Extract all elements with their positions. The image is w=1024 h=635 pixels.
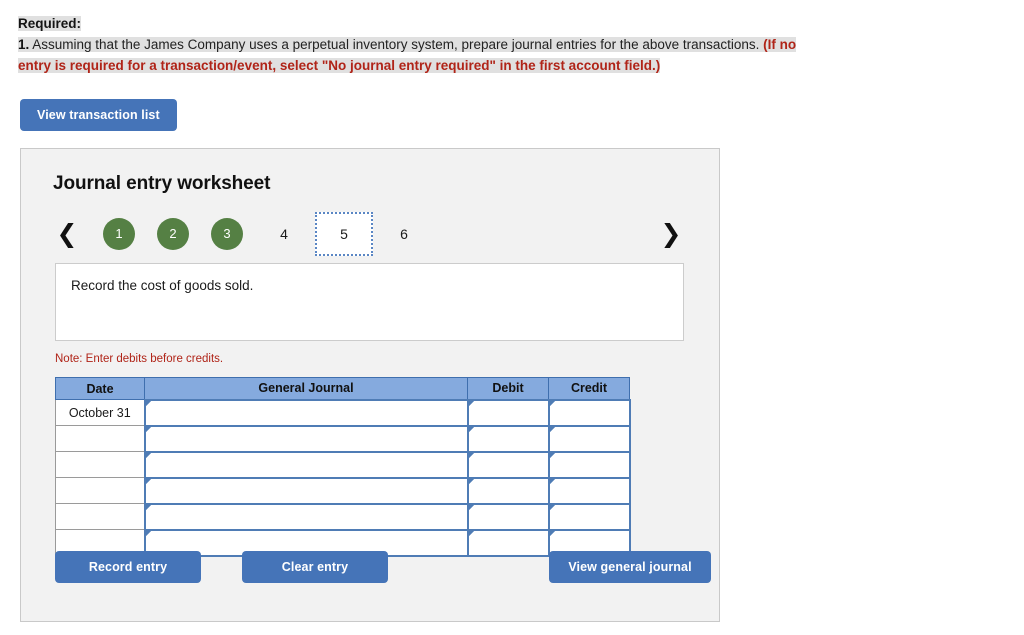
date-cell-row-1[interactable]: October 31: [55, 399, 145, 427]
date-cell-row-3[interactable]: [55, 451, 145, 479]
debit-input-row-4[interactable]: [466, 476, 550, 505]
debit-input-row-2[interactable]: [466, 424, 550, 453]
date-cell-row-4[interactable]: [55, 477, 145, 505]
view-transaction-list-button[interactable]: View transaction list: [20, 98, 177, 131]
dropdown-marker-icon: [145, 478, 151, 484]
step-3[interactable]: 3: [207, 214, 253, 254]
required-question-line-1: 1. Assuming that the James Company uses …: [18, 35, 1006, 56]
dropdown-marker-icon: [468, 452, 474, 458]
dropdown-marker-icon: [145, 452, 151, 458]
table-row: [55, 502, 631, 531]
required-question-text: Assuming that the James Company uses a p…: [29, 36, 764, 52]
chevron-right-icon[interactable]: ❯: [659, 221, 683, 246]
dropdown-marker-icon: [549, 452, 555, 458]
general-journal-input-row-5[interactable]: [143, 502, 469, 531]
step-3-label: 3: [211, 217, 243, 250]
step-navigation: ❮ 1 2 3 4 5 6 ❯: [55, 195, 697, 257]
record-entry-button[interactable]: Record entry: [55, 550, 201, 583]
credit-input-row-3[interactable]: [547, 450, 631, 479]
step-6[interactable]: 6: [381, 214, 427, 254]
step-5[interactable]: 5: [315, 211, 373, 256]
dropdown-marker-icon: [549, 478, 555, 484]
general-journal-input-row-3[interactable]: [143, 450, 469, 479]
date-cell-row-2[interactable]: [55, 425, 145, 453]
step-1-label: 1: [103, 217, 135, 250]
column-header-credit: Credit: [548, 376, 630, 401]
transaction-prompt-box: Record the cost of goods sold.: [55, 262, 684, 341]
view-general-journal-button[interactable]: View general journal: [549, 550, 711, 583]
dropdown-marker-icon: [145, 530, 151, 536]
general-journal-input-row-4[interactable]: [143, 476, 469, 505]
worksheet-footer-buttons: Record entry Clear entry View general jo…: [55, 550, 711, 583]
dropdown-marker-icon: [549, 530, 555, 536]
dropdown-marker-icon: [468, 504, 474, 510]
step-1[interactable]: 1: [99, 214, 145, 254]
chevron-left-icon[interactable]: ❮: [55, 221, 79, 246]
required-emphasis-part-1: (If no: [763, 36, 797, 52]
dropdown-marker-icon: [145, 504, 151, 510]
view-transaction-list-wrap: View transaction list: [0, 77, 1024, 131]
required-heading: Required:: [18, 16, 82, 31]
general-journal-input-row-2[interactable]: [143, 424, 469, 453]
table-row: [55, 424, 631, 453]
journal-entry-worksheet-panel: Journal entry worksheet ❮ 1 2 3 4 5 6 ❯ …: [20, 147, 720, 622]
required-emphasis-part-2: entry is required for a transaction/even…: [18, 57, 661, 73]
debit-input-row-5[interactable]: [466, 502, 550, 531]
date-cell-row-5[interactable]: [55, 503, 145, 531]
dropdown-marker-icon: [468, 530, 474, 536]
credit-input-row-1[interactable]: [547, 398, 631, 427]
column-header-general-journal: General Journal: [144, 376, 468, 401]
credit-input-row-5[interactable]: [547, 502, 631, 531]
clear-entry-button[interactable]: Clear entry: [242, 550, 388, 583]
dropdown-marker-icon: [549, 400, 555, 406]
credit-input-row-2[interactable]: [547, 424, 631, 453]
step-2-label: 2: [157, 217, 189, 250]
dropdown-marker-icon: [468, 400, 474, 406]
table-header-row: Date General Journal Debit Credit: [55, 376, 630, 401]
dropdown-marker-icon: [468, 478, 474, 484]
step-2[interactable]: 2: [153, 214, 199, 254]
dropdown-marker-icon: [145, 400, 151, 406]
required-heading-line: Required:: [18, 14, 1006, 35]
dropdown-marker-icon: [468, 426, 474, 432]
general-journal-input-row-1[interactable]: [143, 398, 469, 427]
required-question-line-2: entry is required for a transaction/even…: [18, 56, 1006, 77]
worksheet-title: Journal entry worksheet: [53, 172, 271, 194]
debit-input-row-3[interactable]: [466, 450, 550, 479]
dropdown-marker-icon: [549, 426, 555, 432]
debits-before-credits-note: Note: Enter debits before credits.: [55, 352, 224, 365]
step-4[interactable]: 4: [261, 214, 307, 254]
dropdown-marker-icon: [145, 426, 151, 432]
required-item-number: 1.: [18, 36, 30, 52]
dropdown-marker-icon: [549, 504, 555, 510]
required-section: Required: 1. Assuming that the James Com…: [0, 0, 1024, 77]
credit-input-row-4[interactable]: [547, 476, 631, 505]
column-header-date: Date: [55, 376, 145, 401]
table-row: October 31: [55, 398, 631, 427]
journal-entry-table: Date General Journal Debit Credit Octobe…: [55, 376, 631, 557]
column-header-debit: Debit: [467, 376, 549, 401]
debit-input-row-1[interactable]: [466, 398, 550, 427]
table-row: [55, 476, 631, 505]
table-row: [55, 450, 631, 479]
